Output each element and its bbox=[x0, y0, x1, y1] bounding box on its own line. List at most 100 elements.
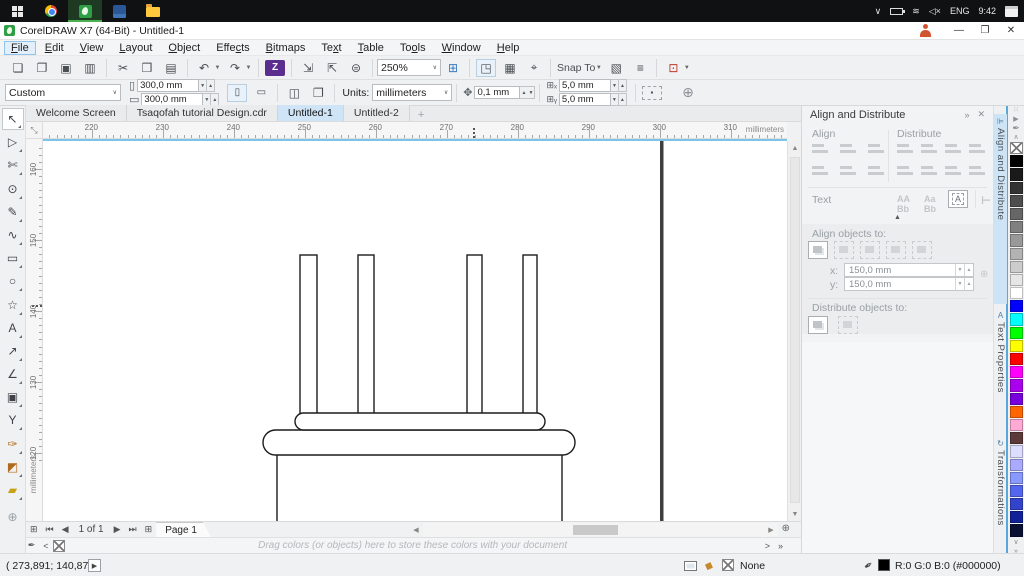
close-button[interactable]: ✕ bbox=[998, 22, 1024, 39]
menu-file[interactable]: File bbox=[4, 41, 36, 55]
distribute-icon-6[interactable] bbox=[921, 164, 938, 177]
add-page-end-button[interactable]: ⊞ bbox=[141, 524, 157, 535]
swatch-aa00ee[interactable] bbox=[1010, 379, 1023, 391]
display-icon[interactable] bbox=[684, 561, 697, 571]
swatch-5566ee[interactable] bbox=[1010, 485, 1023, 497]
clock[interactable]: 9:42 bbox=[978, 6, 996, 16]
open-button[interactable]: ❐ bbox=[32, 59, 52, 77]
drawing-canvas[interactable] bbox=[43, 141, 787, 521]
distribute-icon-1[interactable] bbox=[897, 142, 914, 155]
horizontal-ruler[interactable]: millimeters 2202302402502602702802903003… bbox=[43, 122, 787, 139]
page-width-field[interactable]: 300,0 mm bbox=[137, 79, 199, 92]
palette-more-icon[interactable]: » bbox=[774, 541, 787, 551]
snap-to-dropdown-icon[interactable]: ▼ bbox=[595, 59, 602, 77]
crop-tool[interactable]: ✄ bbox=[2, 154, 24, 176]
swatch-ff0000[interactable] bbox=[1010, 353, 1023, 365]
drop-shadow-tool[interactable]: ▣ bbox=[2, 386, 24, 408]
swatch-999999[interactable] bbox=[1010, 234, 1023, 246]
vscroll-thumb[interactable] bbox=[790, 157, 800, 503]
print-button[interactable]: ▥ bbox=[80, 59, 100, 77]
menu-window[interactable]: Window bbox=[435, 41, 488, 55]
palette-expand-icon[interactable]: » bbox=[1014, 547, 1018, 556]
swatch-00ffff[interactable] bbox=[1010, 313, 1023, 325]
zoom-tool[interactable]: ⊙ bbox=[2, 178, 24, 200]
distribute-icon-2[interactable] bbox=[921, 142, 938, 155]
scroll-right-icon[interactable]: ▶ bbox=[764, 523, 778, 537]
shape-leg-2[interactable] bbox=[358, 255, 374, 415]
menu-bitmaps[interactable]: Bitmaps bbox=[259, 41, 313, 55]
swatch-4d4d4d[interactable] bbox=[1010, 195, 1023, 207]
swatch-0a1133[interactable] bbox=[1010, 524, 1023, 536]
corel-connect-button[interactable]: Z bbox=[265, 60, 285, 76]
polygon-tool[interactable]: ☆ bbox=[2, 294, 24, 316]
menu-tools[interactable]: Tools bbox=[393, 41, 433, 55]
scroll-down-icon[interactable]: ▼ bbox=[788, 507, 802, 521]
swatch-808080[interactable] bbox=[1010, 221, 1023, 233]
connector-tool[interactable]: ∠ bbox=[2, 363, 24, 385]
menu-effects[interactable]: Effects bbox=[209, 41, 256, 55]
swatch-b3b3b3[interactable] bbox=[1010, 248, 1023, 260]
language-indicator[interactable]: ENG bbox=[950, 6, 970, 16]
swatch-3344cc[interactable] bbox=[1010, 498, 1023, 510]
vertical-scrollbar[interactable]: ▲ ▼ bbox=[787, 141, 801, 521]
swatch-333333[interactable] bbox=[1010, 182, 1023, 194]
dupy-up[interactable]: ▲ bbox=[619, 93, 627, 106]
start-button[interactable] bbox=[0, 0, 34, 22]
interactive-fill-tool[interactable]: ◩ bbox=[2, 456, 24, 478]
menu-object[interactable]: Object bbox=[161, 41, 207, 55]
taskbar-chrome[interactable] bbox=[34, 0, 68, 22]
redo-dropdown-icon[interactable]: ▼ bbox=[245, 59, 252, 77]
align-icon-3[interactable] bbox=[868, 142, 885, 155]
doc-tab-welcome-screen[interactable]: Welcome Screen bbox=[26, 105, 127, 121]
nudge-field[interactable]: 0,1 mm bbox=[474, 86, 520, 99]
pick-tool[interactable]: ↖ bbox=[2, 108, 24, 130]
wifi-icon[interactable]: ≋ bbox=[912, 6, 920, 17]
undo-dropdown-icon[interactable]: ▼ bbox=[214, 59, 221, 77]
add-plus-button[interactable]: ⊕ bbox=[678, 84, 698, 102]
restore-button[interactable]: ❐ bbox=[972, 22, 998, 39]
undo-button[interactable]: ↶ bbox=[194, 59, 214, 77]
zoom-level-combo[interactable]: 250%∨ bbox=[377, 59, 441, 76]
volume-muted-icon[interactable]: ◁× bbox=[929, 6, 941, 17]
dupy-down[interactable]: ▼ bbox=[611, 93, 619, 106]
minimize-button[interactable]: — bbox=[946, 22, 972, 39]
all-pages-size-button[interactable]: ❐ bbox=[308, 84, 328, 102]
no-color-swatch[interactable] bbox=[53, 540, 65, 552]
distribute-icon-4[interactable] bbox=[969, 142, 986, 155]
collapse-arrow-icon[interactable]: ▲ bbox=[894, 214, 901, 221]
landscape-button[interactable]: ▭ bbox=[251, 84, 271, 102]
swatch-5c3a3a[interactable] bbox=[1010, 432, 1023, 444]
swatch-ffff00[interactable] bbox=[1010, 340, 1023, 352]
hscroll-thumb[interactable] bbox=[573, 525, 618, 535]
palette-eyedropper-icon[interactable]: ✒ bbox=[24, 540, 40, 551]
menu-edit[interactable]: Edit bbox=[38, 41, 71, 55]
align-objects-to-icon-4[interactable] bbox=[886, 241, 906, 259]
last-page-button[interactable]: ⏭ bbox=[125, 524, 141, 535]
align-icon-6[interactable] bbox=[868, 164, 885, 177]
distribute-icon-8[interactable] bbox=[969, 164, 986, 177]
account-icon[interactable] bbox=[919, 24, 932, 37]
new-document-button[interactable]: ❏ bbox=[8, 59, 28, 77]
shape-leg-3[interactable] bbox=[467, 255, 482, 415]
redo-button[interactable]: ↷ bbox=[225, 59, 245, 77]
text-baseline-icon[interactable]: ⊢ bbox=[981, 194, 991, 207]
doc-tab-untitled-1[interactable]: Untitled-1 bbox=[278, 105, 344, 121]
swatch-1a1a1a[interactable] bbox=[1010, 168, 1023, 180]
y-coordinate-field[interactable]: 150,0 mm▼▲ bbox=[844, 277, 974, 291]
image-adjust-button[interactable]: ▧ bbox=[606, 59, 626, 77]
scroll-left-icon[interactable]: ◀ bbox=[409, 523, 423, 537]
shape-tool[interactable]: ▷ bbox=[2, 131, 24, 153]
smart-fill-tool[interactable]: ▰ bbox=[2, 479, 24, 501]
docker-tab-transformations[interactable]: ↻Transformations bbox=[994, 436, 1007, 562]
swatch-0000ff[interactable] bbox=[1010, 300, 1023, 312]
text-align-last-icon[interactable]: AaBb bbox=[924, 194, 936, 214]
scroll-up-icon[interactable]: ▲ bbox=[788, 141, 802, 155]
options-button[interactable]: ≡ bbox=[630, 59, 650, 77]
specify-point-icon[interactable]: ⊕ bbox=[980, 269, 988, 280]
shape-lower-bar[interactable] bbox=[263, 430, 575, 455]
palette-eyedropper-icon[interactable]: ✒ bbox=[1012, 124, 1020, 133]
docker-collapse-icon[interactable]: » bbox=[964, 110, 969, 120]
swatch-112299[interactable] bbox=[1010, 511, 1023, 523]
align-objects-to-icon-1[interactable] bbox=[808, 241, 828, 259]
zoom-tool-icon[interactable]: ⊕ bbox=[782, 523, 790, 534]
